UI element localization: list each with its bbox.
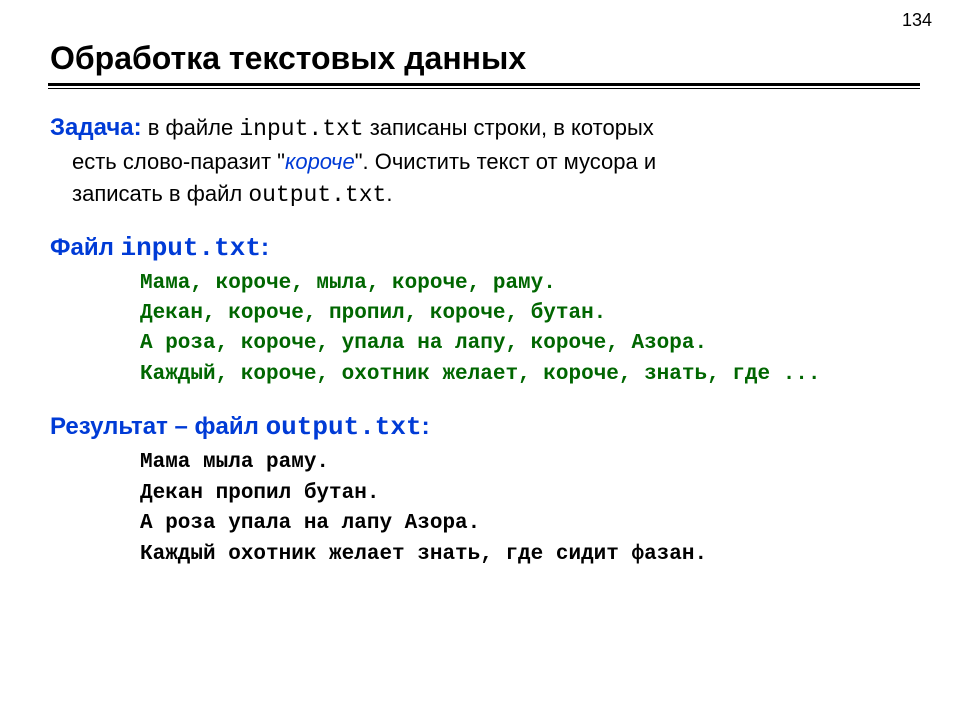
output-label-pre: Результат – файл xyxy=(50,413,266,440)
task-parasite-word: короче xyxy=(285,149,355,174)
task-text-4: ". Очистить текст от мусора и xyxy=(355,149,656,174)
output-filename: output.txt xyxy=(266,412,422,442)
output-line-1: Мама мыла раму. xyxy=(140,451,329,474)
title-rule-bottom xyxy=(48,88,920,89)
output-line-3: А роза упала на лапу Азора. xyxy=(140,512,480,535)
task-paragraph: Задача: в файле input.txt записаны строк… xyxy=(48,111,920,213)
input-line-2: Декан, короче, пропил, короче, бутан. xyxy=(140,302,606,325)
input-label-post: : xyxy=(261,234,269,261)
task-text-2: записаны строки, в которых xyxy=(364,115,654,140)
input-line-4: Каждый, короче, охотник желает, короче, … xyxy=(140,363,821,386)
task-text-6: . xyxy=(386,181,392,206)
task-text-3: есть слово-паразит " xyxy=(72,149,285,174)
task-file-out: output.txt xyxy=(248,182,386,208)
output-label-post: : xyxy=(422,413,430,440)
page-title: Обработка текстовых данных xyxy=(48,40,920,77)
task-text-1: в файле xyxy=(142,115,240,140)
input-section-label: Файл input.txt: xyxy=(48,233,920,263)
output-line-4: Каждый охотник желает знать, где сидит ф… xyxy=(140,543,707,566)
input-filename: input.txt xyxy=(121,233,261,263)
page-number: 134 xyxy=(902,10,932,31)
title-rule-top xyxy=(48,83,920,86)
input-line-1: Мама, короче, мыла, короче, раму. xyxy=(140,272,556,295)
output-line-2: Декан пропил бутан. xyxy=(140,482,379,505)
input-label-pre: Файл xyxy=(50,234,121,261)
output-section-label: Результат – файл output.txt: xyxy=(48,412,920,442)
input-line-3: А роза, короче, упала на лапу, короче, А… xyxy=(140,332,707,355)
input-code-block: Мама, короче, мыла, короче, раму. Декан,… xyxy=(48,269,920,391)
output-code-block: Мама мыла раму. Декан пропил бутан. А ро… xyxy=(48,448,920,570)
task-file-in: input.txt xyxy=(239,116,363,142)
task-label: Задача: xyxy=(50,114,142,141)
task-text-5: записать в файл xyxy=(72,181,248,206)
